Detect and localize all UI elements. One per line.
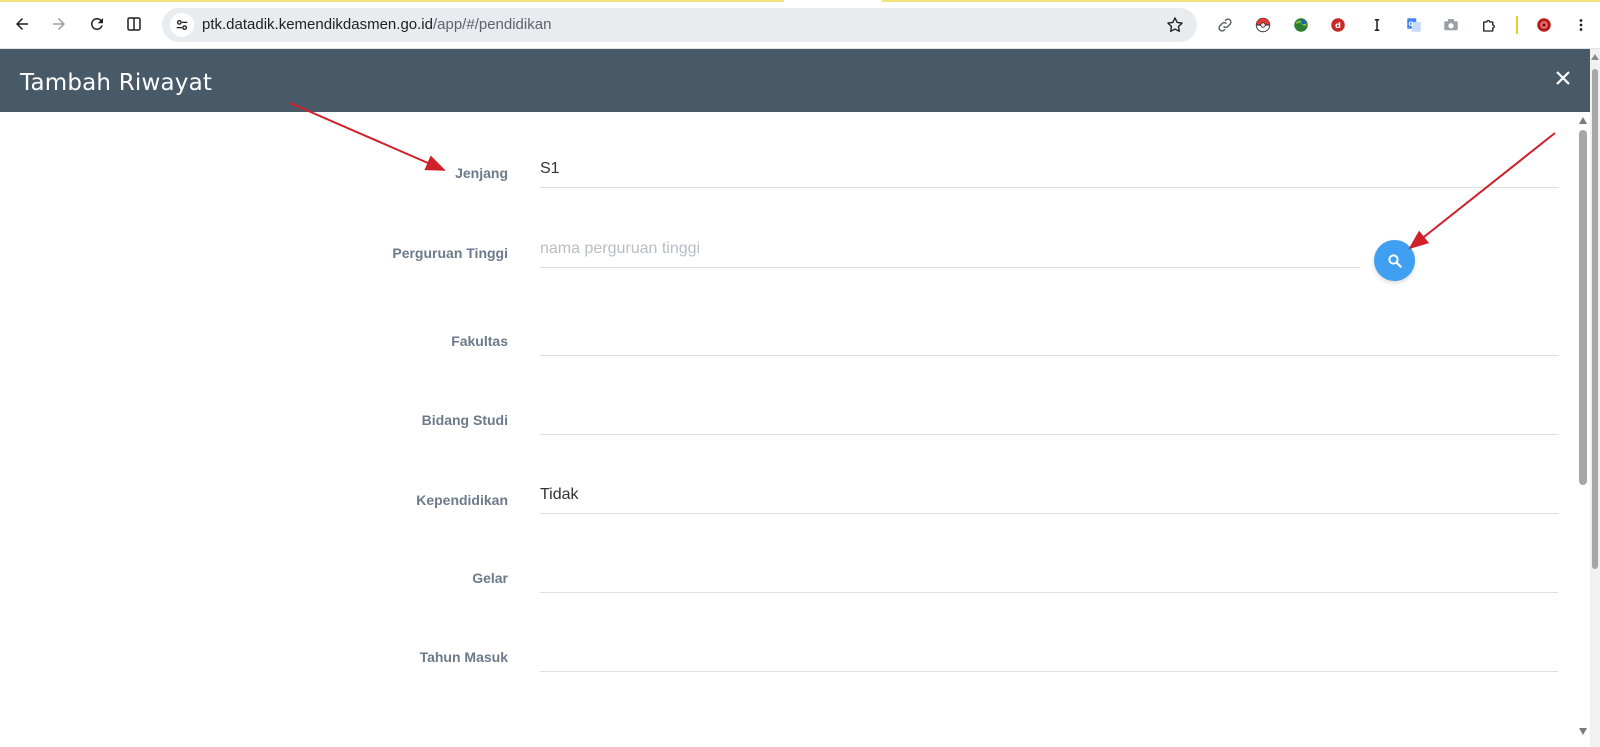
bidang-studi-input[interactable] — [540, 397, 1558, 435]
kependidikan-label: Kependidikan — [416, 492, 508, 508]
camera-icon[interactable] — [1440, 14, 1462, 36]
puzzle-icon[interactable] — [1478, 14, 1500, 36]
close-icon — [1556, 71, 1570, 85]
kependidikan-field[interactable] — [540, 476, 1558, 514]
perguruan-tinggi-input[interactable] — [540, 230, 1360, 268]
pokeball-icon[interactable] — [1252, 14, 1274, 36]
split-view-icon — [127, 17, 141, 31]
search-perguruan-tinggi-button[interactable] — [1374, 240, 1415, 281]
browser-toolbar: ptk.datadik.kemendikdasmen.go.id/app/#/p… — [0, 0, 1600, 49]
svg-text:d: d — [1335, 20, 1341, 30]
star-icon[interactable] — [1165, 15, 1185, 35]
scroll-down-arrow[interactable] — [1579, 728, 1587, 735]
close-button[interactable] — [1552, 67, 1574, 89]
page-scrollbar[interactable] — [1590, 49, 1600, 747]
jenjang-field[interactable] — [540, 150, 1558, 188]
url-text[interactable]: ptk.datadik.kemendikdasmen.go.id/app/#/p… — [202, 16, 551, 33]
search-icon — [1387, 253, 1402, 268]
toolbar-separator — [1516, 16, 1518, 34]
globe-icon[interactable] — [1290, 14, 1312, 36]
page-scroll-up-arrow[interactable] — [1591, 54, 1599, 60]
split-view-button[interactable] — [120, 10, 148, 38]
profile-icon[interactable] — [1533, 14, 1555, 36]
modal-header: Tambah Riwayat — [0, 49, 1590, 112]
scrollbar-thumb[interactable] — [1579, 130, 1587, 485]
perguruan-tinggi-label: Perguruan Tinggi — [392, 245, 508, 261]
jenjang-label: Jenjang — [455, 165, 508, 181]
link-icon[interactable] — [1214, 14, 1236, 36]
modal-title: Tambah Riwayat — [20, 70, 213, 96]
loading-indicator — [0, 0, 1600, 2]
form-body: Jenjang Perguruan Tinggi Fakultas Bidang… — [0, 112, 1576, 747]
tahun-masuk-input[interactable] — [540, 634, 1558, 672]
menu-kebab-icon[interactable] — [1570, 14, 1592, 36]
url-domain: ptk.datadik.kemendikdasmen.go.id — [202, 16, 433, 33]
forward-button[interactable] — [45, 10, 73, 38]
arrow-right-icon — [53, 18, 65, 30]
text-cursor-icon[interactable] — [1366, 14, 1388, 36]
form-scrollbar[interactable] — [1576, 112, 1590, 747]
d-logo-icon[interactable]: d — [1327, 14, 1349, 36]
address-bar[interactable]: ptk.datadik.kemendikdasmen.go.id/app/#/p… — [162, 8, 1197, 42]
gelar-input[interactable] — [540, 555, 1558, 593]
bidang-studi-label: Bidang Studi — [421, 412, 508, 428]
scroll-up-arrow[interactable] — [1579, 117, 1587, 124]
tahun-masuk-label: Tahun Masuk — [419, 649, 508, 665]
url-path: /app/#/pendidikan — [432, 16, 552, 33]
page-scrollbar-thumb[interactable] — [1592, 69, 1598, 569]
fakultas-label: Fakultas — [451, 333, 508, 349]
svg-text:G: G — [1409, 21, 1414, 28]
back-button[interactable] — [8, 10, 36, 38]
translate-icon[interactable]: G — [1403, 14, 1425, 36]
arrow-left-icon — [16, 18, 28, 30]
fakultas-input[interactable] — [540, 318, 1558, 356]
gelar-label: Gelar — [472, 570, 508, 586]
tune-icon[interactable] — [170, 13, 194, 37]
reload-button[interactable] — [83, 10, 111, 38]
reload-icon — [91, 17, 103, 30]
